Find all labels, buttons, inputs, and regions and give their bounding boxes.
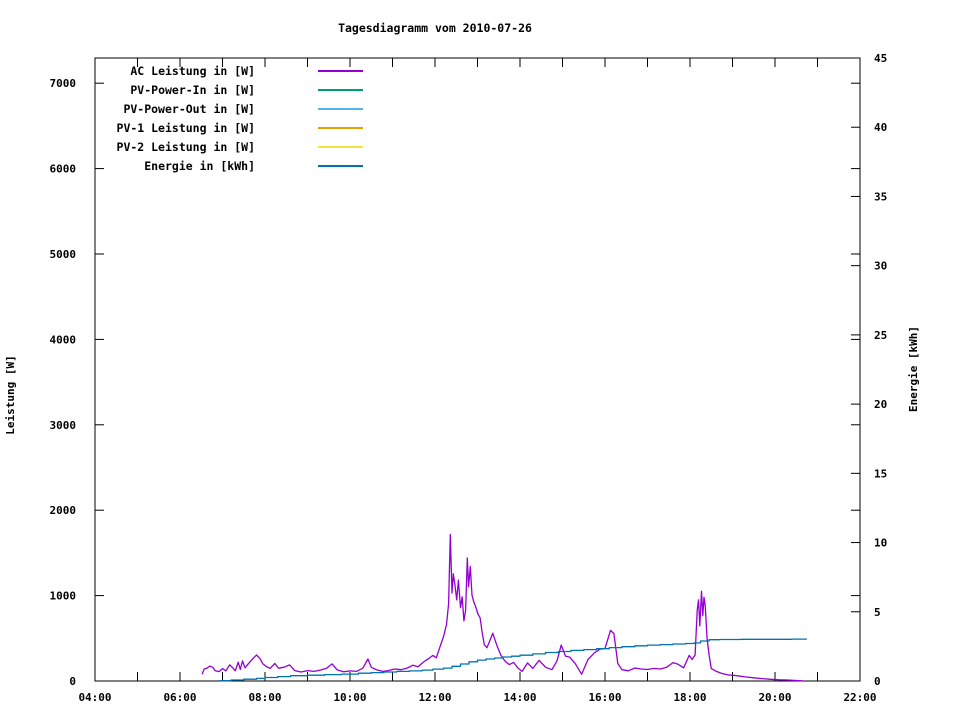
y2-tick-label: 35 [874, 190, 887, 203]
chart-page: Tagesdiagramm vom 2010-07-26 Leistung [W… [0, 0, 960, 720]
legend-item: PV-2 Leistung in [W] [117, 140, 363, 154]
y2-tick-label: 0 [874, 675, 881, 688]
x-tick-label: 16:00 [588, 691, 621, 704]
series-line-0 [202, 535, 803, 681]
y-tick-label: 0 [69, 675, 76, 688]
chart-title: Tagesdiagramm vom 2010-07-26 [338, 21, 532, 35]
y2-tick-label: 5 [874, 606, 881, 619]
y-tick-label: 3000 [50, 419, 77, 432]
y2-tick-label: 10 [874, 537, 887, 550]
legend-label: Energie in [kWh] [144, 159, 255, 173]
x-tick-label: 20:00 [758, 691, 791, 704]
y-tick-label: 5000 [50, 248, 77, 261]
legend-label: PV-Power-In in [W] [130, 83, 255, 97]
legend-item: AC Leistung in [W] [130, 64, 363, 78]
y2-tick-label: 25 [874, 329, 887, 342]
legend-label: PV-Power-Out in [W] [123, 102, 255, 116]
y2-tick-label: 20 [874, 398, 887, 411]
y2-axis-label: Energie [kWh] [907, 326, 920, 412]
y2-tick-label: 30 [874, 260, 887, 273]
y-tick-label: 2000 [50, 504, 77, 517]
x-tick-label: 14:00 [503, 691, 536, 704]
y2-tick-label: 15 [874, 467, 887, 480]
y-tick-label: 7000 [50, 77, 77, 90]
y2-tick-label: 40 [874, 121, 887, 134]
x-tick-label: 08:00 [248, 691, 281, 704]
y2-tick-label: 45 [874, 52, 887, 65]
legend-item: Energie in [kWh] [144, 159, 363, 173]
legend: AC Leistung in [W] PV-Power-In in [W] PV-P… [117, 64, 363, 173]
x-tick-label: 22:00 [843, 691, 876, 704]
legend-item: PV-1 Leistung in [W] [117, 121, 363, 135]
x-tick-label: 12:00 [418, 691, 451, 704]
x-tick-label: 04:00 [78, 691, 111, 704]
y-tick-label: 6000 [50, 163, 77, 176]
x-tick-label: 10:00 [333, 691, 366, 704]
y-tick-label: 1000 [50, 590, 77, 603]
legend-label: AC Leistung in [W] [130, 64, 255, 78]
x-tick-label: 18:00 [673, 691, 706, 704]
daily-solar-chart: Tagesdiagramm vom 2010-07-26 Leistung [W… [0, 0, 960, 720]
y-axis-label: Leistung [W] [4, 355, 17, 434]
legend-item: PV-Power-In in [W] [130, 83, 363, 97]
legend-label: PV-1 Leistung in [W] [117, 121, 255, 135]
series-lines [202, 535, 807, 681]
x-tick-label: 06:00 [163, 691, 196, 704]
legend-item: PV-Power-Out in [W] [123, 102, 363, 116]
y-tick-label: 4000 [50, 333, 77, 346]
legend-label: PV-2 Leistung in [W] [117, 140, 255, 154]
